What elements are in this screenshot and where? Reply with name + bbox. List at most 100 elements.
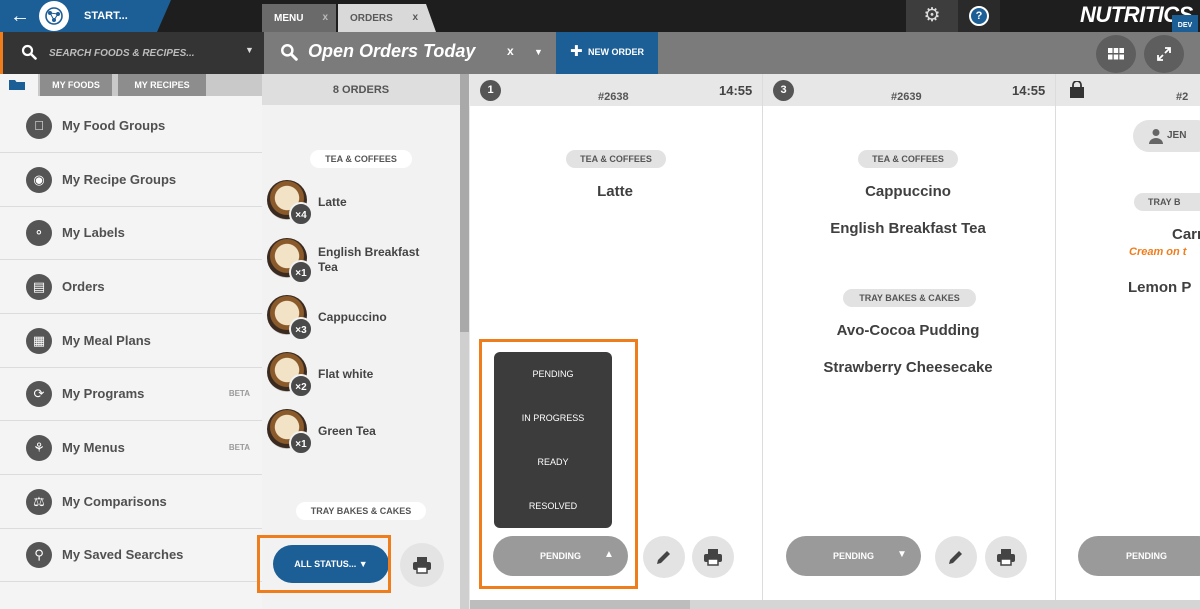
edit-order-button[interactable] [935,536,977,578]
order-header: 3 #2639 14:55 [763,74,1055,106]
order-dish: Carr [1172,226,1200,243]
horizontal-scroll-thumb[interactable] [470,600,690,609]
tab-my-foods[interactable]: MY FOODS [40,74,112,96]
sidebar-item-label: My Meal Plans [62,333,151,348]
sidebar-item-my-comparisons[interactable]: ⚖ My Comparisons [0,476,262,529]
sidebar-item-label: My Labels [62,225,125,240]
group-label-tray-bakes-cakes: TRAY BAKES & CAKES [843,289,976,307]
beta-badge: BETA [228,443,250,452]
dish-note: Cream on t [1129,246,1187,258]
sidebar-item-my-labels[interactable]: ⚬ My Labels [0,207,262,260]
beta-badge: BETA [228,389,250,398]
sidebar-item-my-saved-searches[interactable]: ⚲ My Saved Searches [0,529,262,582]
help-button[interactable]: ? [958,0,1000,32]
order-position-badge: 1 [480,80,501,101]
qty-badge: ×2 [289,374,313,398]
help-icon: ? [969,6,989,26]
tab-orders-close-icon[interactable]: x [412,12,418,23]
apple-icon:  [26,113,52,139]
tab-orders[interactable]: ORDERS x [338,4,436,32]
order-column-partial: #2 JEN TRAY B Carr Cream on t Lemon P PE… [1056,74,1200,600]
fullscreen-button[interactable] [1144,35,1184,73]
nutritics-logo-icon [39,1,69,31]
search-dropdown-caret-icon[interactable]: ▼ [245,45,254,55]
settings-button[interactable]: ⚙ [906,0,958,32]
summary-scrollbar[interactable] [460,74,469,609]
orders-filter-title[interactable]: Open Orders Today [308,41,475,62]
order-dish: Avo-Cocoa Pudding [836,322,980,339]
status-filter-highlight [257,535,391,593]
group-label-tray-bakes: TRAY B [1134,193,1200,211]
qty-badge: ×3 [289,317,313,341]
back-arrow-icon[interactable]: ← [10,4,30,28]
food-search-input[interactable] [49,45,239,61]
sidebar-item-my-programs[interactable]: ⟳ My Programs BETA [0,368,262,421]
order-status-label: PENDING [1126,551,1168,561]
order-dish: English Breakfast Tea [830,220,986,237]
order-header: 1 #2638 14:55 [470,74,762,106]
sidebar-item-orders[interactable]: ▤ Orders [0,261,262,314]
tab-menu[interactable]: MENU x [262,4,336,32]
sidebar-item-my-recipe-groups[interactable]: ◉ My Recipe Groups [0,154,262,207]
orders-toolbar: Open Orders Today x ▼ ✚ NEW ORDER [264,32,1200,74]
chef-hat-icon: ◉ [26,167,52,193]
orders-count: 8 ORDERS [262,74,460,105]
order-status-label: PENDING [833,551,875,561]
summary-item-name[interactable]: English Breakfast Tea [318,245,438,275]
order-dish: Latte [597,183,633,200]
printer-icon [413,557,431,574]
print-all-button[interactable] [400,543,444,587]
summary-scroll-thumb[interactable] [460,74,469,332]
caret-down-icon: ▼ [897,549,907,560]
start-menu[interactable]: ← START... [0,0,171,32]
sidebar-item-label: My Menus [62,440,125,455]
tab-my-recipes[interactable]: MY RECIPES [118,74,206,96]
grid-view-button[interactable] [1096,35,1136,73]
clear-filter-icon[interactable]: x [507,44,514,58]
order-status-button[interactable]: PENDING ▼ [786,536,921,576]
top-bar: ← START... MENU x ORDERS x ⚙ ? NUTRITICS… [0,0,1200,32]
qty-badge: ×1 [289,260,313,284]
tag-icon: ⚬ [26,220,52,246]
summary-item-name[interactable]: Green Tea [318,424,376,438]
sidebar: MY FOODS MY RECIPES  My Food Groups ◉ M… [0,74,262,609]
order-number: #2639 [891,91,922,103]
summary-item-name[interactable]: Flat white [318,367,373,381]
expand-icon [1157,47,1171,61]
tab-menu-close-icon[interactable]: x [322,12,328,23]
sidebar-item-label: Orders [62,279,105,294]
summary-item-name[interactable]: Cappuccino [318,310,387,324]
sidebar-item-label: My Saved Searches [62,547,184,562]
sidebar-item-label: My Food Groups [62,118,166,133]
filter-dropdown-caret-icon[interactable]: ▼ [534,47,543,57]
horizontal-scrollbar[interactable] [470,600,1200,609]
new-order-button[interactable]: ✚ NEW ORDER [556,32,658,74]
start-label[interactable]: START... [84,10,128,22]
user-icon [1149,129,1163,144]
pencil-icon [949,551,962,564]
sidebar-item-my-menus[interactable]: ⚘ My Menus BETA [0,422,262,475]
order-dish: Cappuccino [865,183,951,200]
sidebar-item-my-food-groups[interactable]:  My Food Groups [0,100,262,153]
order-header: #2 [1056,74,1200,106]
qty-badge: ×1 [289,431,313,455]
customer-chip[interactable]: JEN [1133,120,1200,152]
clipboard-icon: ▦ [26,328,52,354]
sidebar-item-my-meal-plans[interactable]: ▦ My Meal Plans [0,315,262,368]
group-label-tray-bakes-cakes: TRAY BAKES & CAKES [296,502,426,520]
group-label-tea-coffees: TEA & COFFEES [310,150,412,168]
folder-tab[interactable] [0,74,38,96]
sidebar-item-label: My Comparisons [62,494,167,509]
order-column-2639: 3 #2639 14:55 TEA & COFFEES Cappuccino E… [763,74,1056,600]
print-order-button[interactable] [692,536,734,578]
print-order-button[interactable] [985,536,1027,578]
search-icon [21,44,37,60]
order-number: #2638 [598,91,629,103]
order-position-badge: 3 [773,80,794,101]
edit-order-button[interactable] [643,536,685,578]
group-label-tea-coffees: TEA & COFFEES [566,150,666,168]
summary-item-name[interactable]: Latte [318,195,347,209]
grid-icon [1108,48,1124,60]
scales-icon: ⚖ [26,489,52,515]
order-status-button[interactable]: PENDING [1078,536,1200,576]
